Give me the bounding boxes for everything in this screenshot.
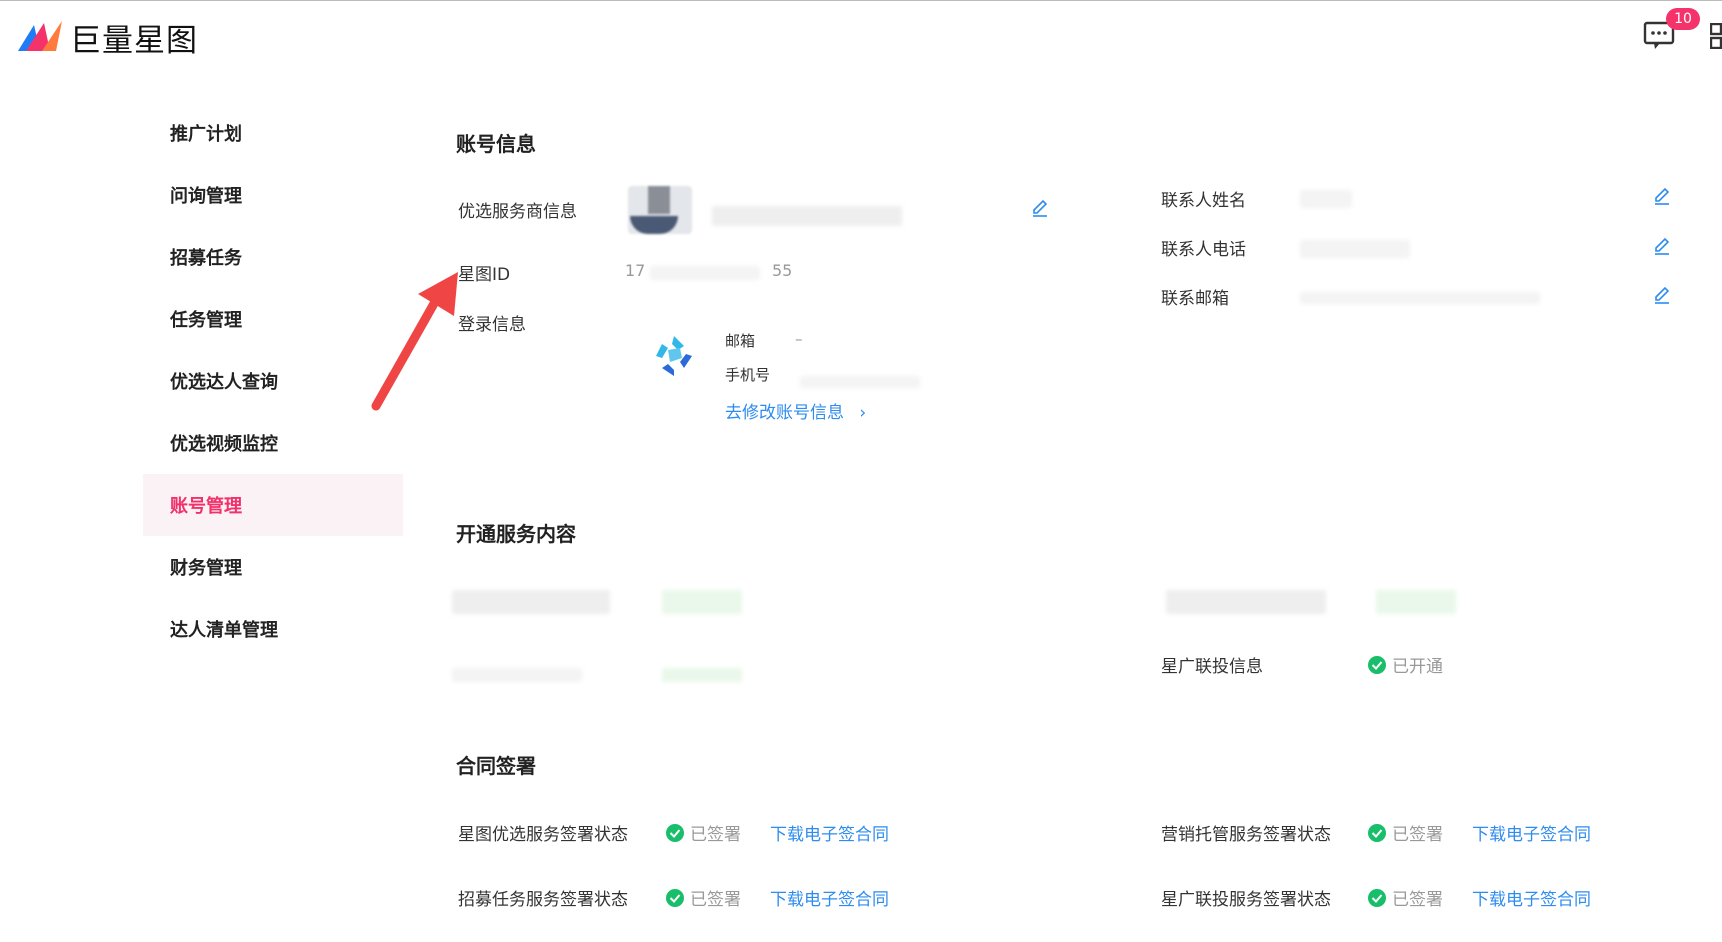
contract-status-text: 已签署 [1392,825,1443,845]
logo-title: 巨量星图 [70,23,198,59]
service-row1-status-redacted [662,590,742,614]
apps-grid-icon [1709,22,1722,50]
sidebar-item-video-monitor[interactable]: 优选视频监控 [143,412,403,474]
services-title: 开通服务内容 [456,522,576,546]
logo[interactable]: 巨量星图 [18,15,198,60]
edit-contact-phone-icon[interactable] [1652,236,1672,256]
xingguang-info-label: 星广联投信息 [1161,657,1263,677]
check-circle-icon [1368,655,1386,674]
xingtu-id-suffix: 55 [772,261,793,280]
contract-row-marketing-label: 营销托管服务签署状态 [1161,825,1331,845]
check-circle-icon [666,823,684,842]
download-contract-xingtu-link[interactable]: 下载电子签合同 [770,820,889,845]
login-provider-icon [656,336,692,376]
service-row2-status-redacted [662,668,742,682]
download-contract-recruit-link[interactable]: 下载电子签合同 [770,885,889,910]
provider-avatar [628,186,692,234]
account-info-title: 账号信息 [456,132,536,156]
download-contract-xingguang-link[interactable]: 下载电子签合同 [1472,885,1591,910]
contract-row-xingguang-label: 星广联投服务签署状态 [1161,890,1331,910]
contact-email-redacted [1300,292,1540,304]
contract-row-recruit-status: 已签署 [666,885,741,910]
service-row1-label-redacted [452,590,610,614]
provider-name-redacted [712,206,902,226]
edit-account-link-text: 去修改账号信息 [725,403,844,423]
sidebar-item-promotion-plan[interactable]: 推广计划 [143,102,403,164]
sidebar-item-finance[interactable]: 财务管理 [143,536,403,598]
email-value: – [795,330,803,348]
annotation-arrow-icon [371,272,458,411]
check-circle-icon [1368,823,1386,842]
service-row2-label-redacted [452,668,582,682]
contract-status-text: 已签署 [690,825,741,845]
sidebar-item-talent-list[interactable]: 达人清单管理 [143,598,403,660]
xingtu-id-label: 星图ID [458,265,511,285]
edit-provider-icon[interactable] [1030,198,1050,218]
phone-redacted [800,376,920,388]
phone-label: 手机号 [725,366,771,384]
edit-account-link[interactable]: 去修改账号信息 › [725,398,866,423]
login-info-label: 登录信息 [458,315,526,335]
contact-name-label: 联系人姓名 [1161,191,1246,211]
edit-contact-email-icon[interactable] [1652,285,1672,305]
contract-row-xingguang-status: 已签署 [1368,885,1443,910]
contract-row-xingtu-label: 星图优选服务签署状态 [458,825,628,845]
service-row1b-status-redacted [1376,590,1456,614]
contact-phone-label: 联系人电话 [1161,240,1246,260]
contract-row-xingtu-status: 已签署 [666,820,741,845]
apps-button[interactable] [1709,22,1722,50]
sidebar-item-inquiry[interactable]: 问询管理 [143,164,403,226]
xingtu-id-redacted [650,266,760,280]
download-contract-marketing-link[interactable]: 下载电子签合同 [1472,820,1591,845]
xingtu-id-prefix: 17 [625,261,646,280]
xingguang-status: 已开通 [1368,652,1443,677]
contract-row-recruit-label: 招募任务服务签署状态 [458,890,628,910]
check-circle-icon [666,888,684,907]
xingguang-status-text: 已开通 [1392,657,1443,677]
edit-contact-name-icon[interactable] [1652,186,1672,206]
contact-email-label: 联系邮箱 [1161,289,1229,309]
sidebar-item-task-management[interactable]: 任务管理 [143,288,403,350]
message-count-badge: 10 [1666,8,1700,30]
contract-status-text: 已签署 [1392,890,1443,910]
sidebar-item-recruit-task[interactable]: 招募任务 [143,226,403,288]
xingtu-logo-icon [18,20,62,51]
sidebar-item-talent-search[interactable]: 优选达人查询 [143,350,403,412]
chevron-right-icon: › [859,403,867,423]
contract-status-text: 已签署 [690,890,741,910]
contracts-title: 合同签署 [456,754,536,778]
service-row1b-label-redacted [1166,590,1326,614]
provider-info-label: 优选服务商信息 [458,202,577,222]
check-circle-icon [1368,888,1386,907]
sidebar-item-account-management[interactable]: 账号管理 [143,474,403,536]
contact-name-redacted [1300,190,1352,208]
top-bar: 巨量星图 10 [0,0,1722,72]
email-label: 邮箱 [725,332,756,350]
contract-row-marketing-status: 已签署 [1368,820,1443,845]
contact-phone-redacted [1300,240,1410,258]
